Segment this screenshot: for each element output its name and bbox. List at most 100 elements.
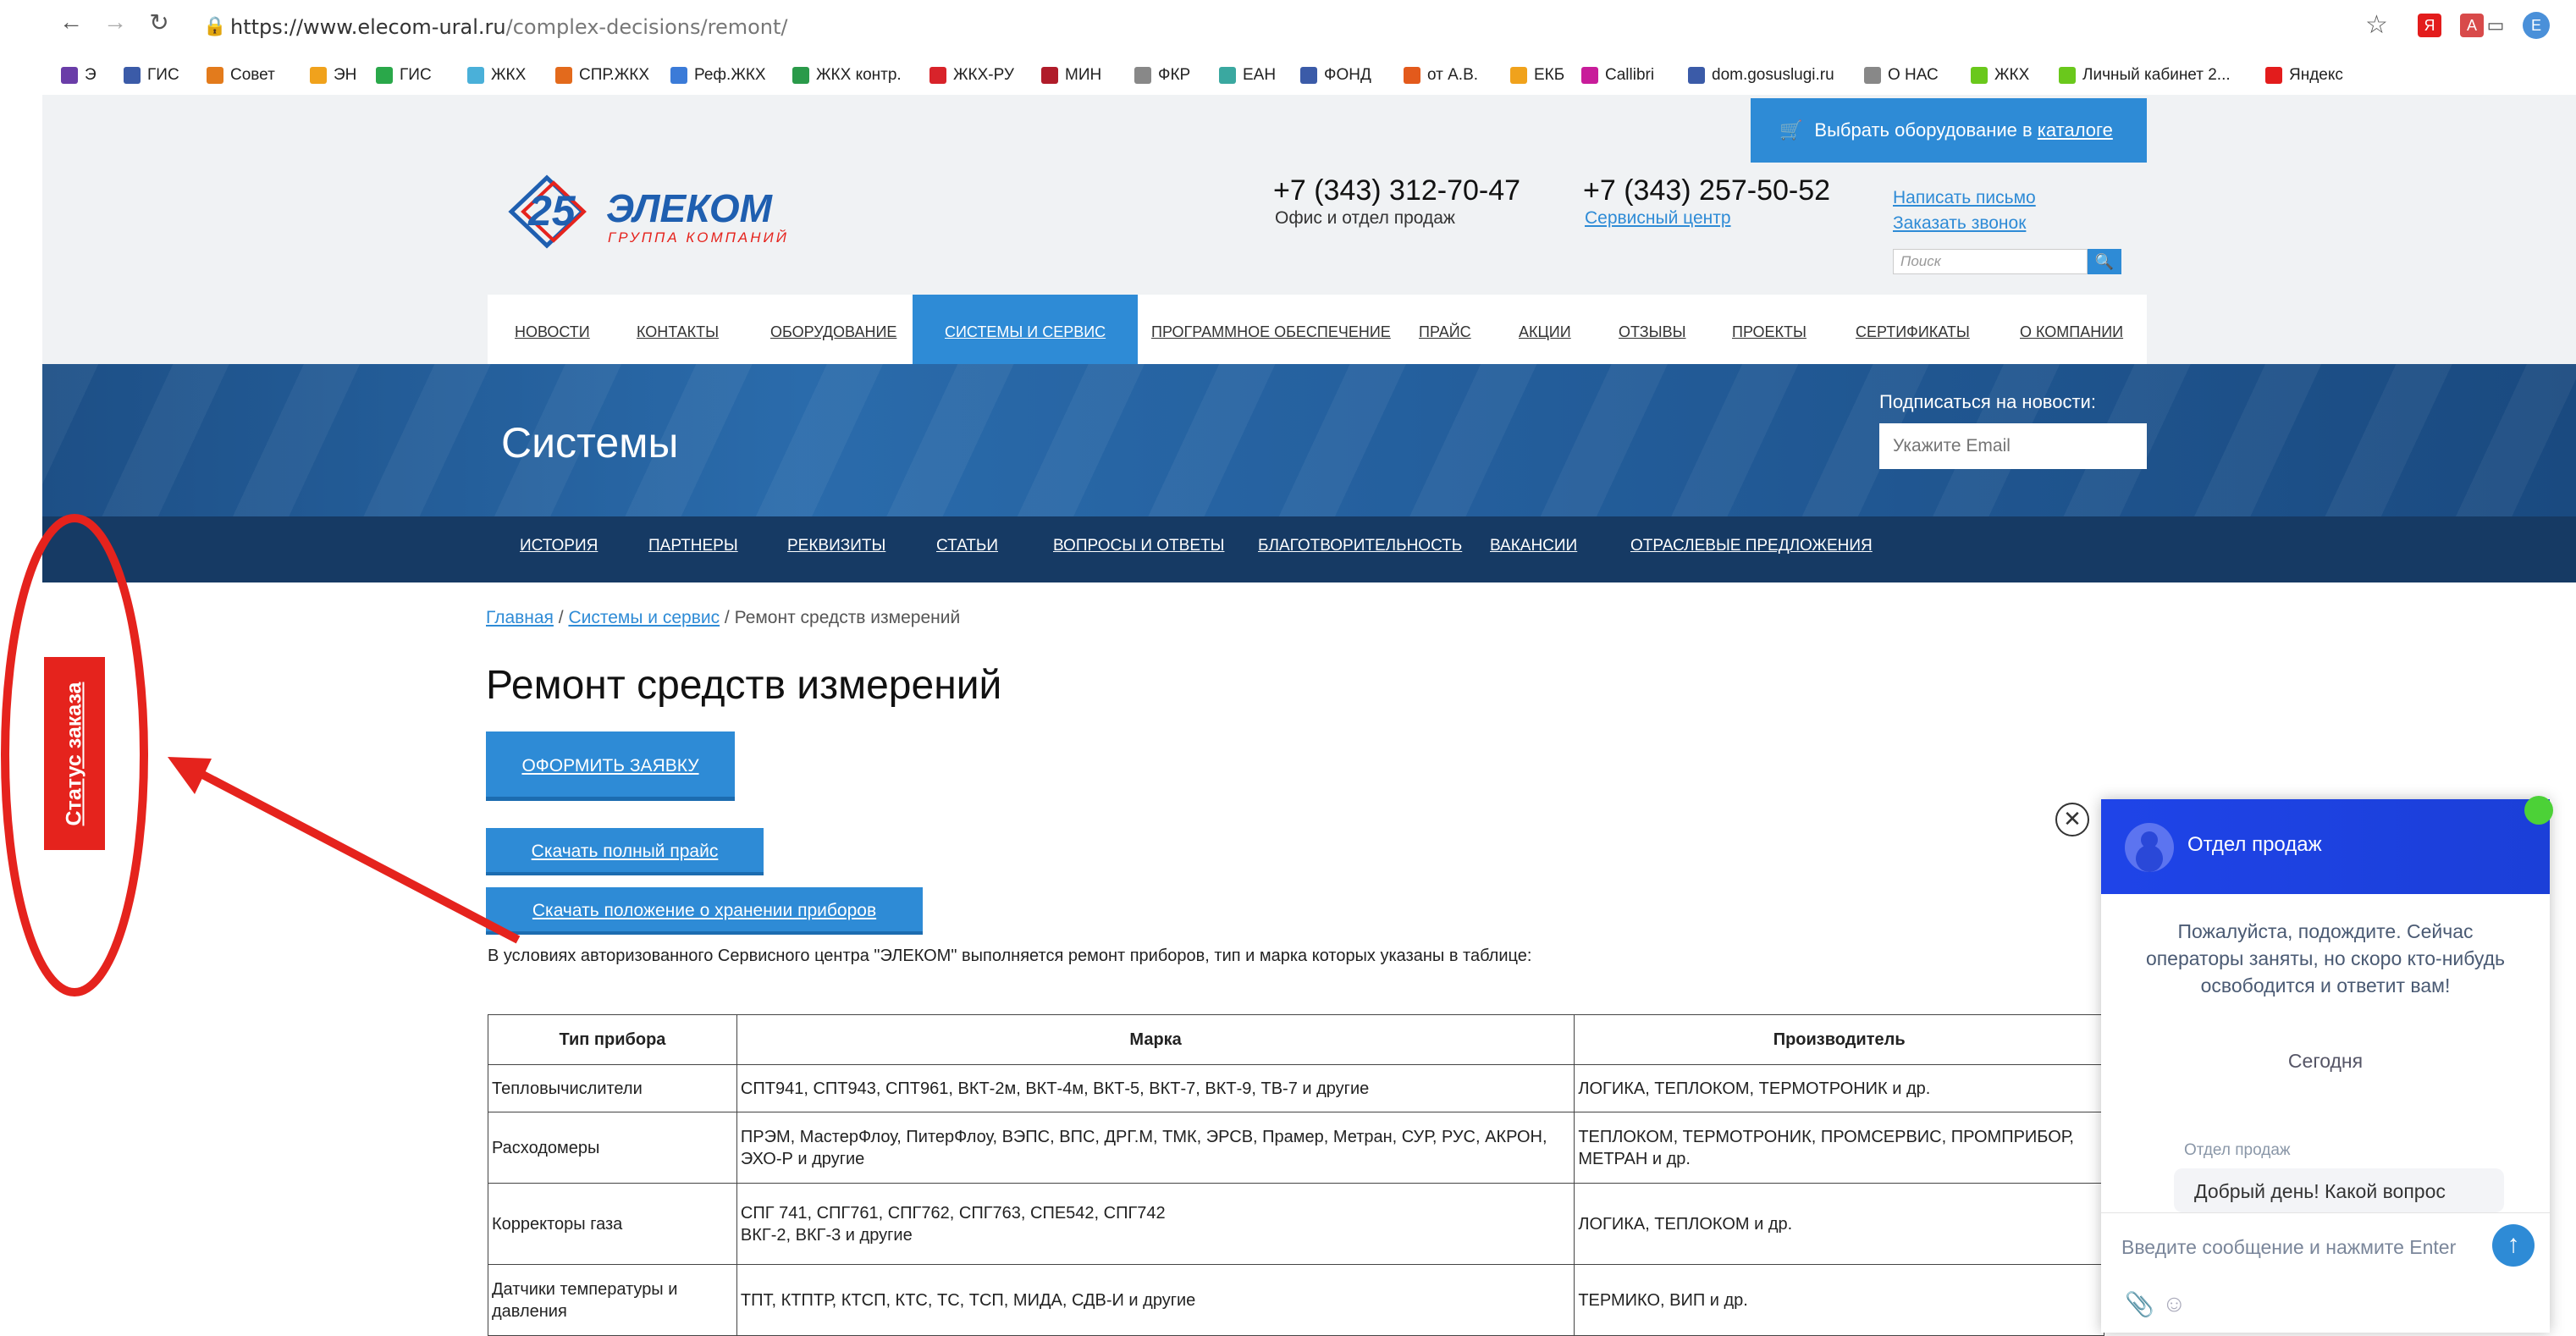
bookmark-label: СПР.ЖКХ xyxy=(579,66,650,84)
cart-icon: 🛒 xyxy=(1779,119,1803,141)
search-icon[interactable]: 🔍 xyxy=(2088,249,2121,274)
bookmark-label: Личный кабинет 2... xyxy=(2082,66,2231,84)
reload-icon[interactable]: ↻ xyxy=(142,8,176,36)
bookmark-item[interactable]: ЕАН xyxy=(1219,63,1276,88)
table-cell: ПРЭМ, МастерФлоу, ПитерФлоу, ВЭПС, ВПС, … xyxy=(736,1112,1575,1184)
bookmark-item[interactable]: СПР.ЖКХ xyxy=(555,63,649,88)
nav-contacts[interactable]: Контакты xyxy=(637,295,719,364)
chat-date-separator: Сегодня xyxy=(2287,1050,2364,1072)
bookmark-item[interactable]: ФОНД xyxy=(1300,63,1371,88)
subnav-faq[interactable]: Вопросы и ответы xyxy=(1053,537,1224,555)
chat-close-icon[interactable]: ✕ xyxy=(2055,803,2089,836)
subscribe-email-input[interactable] xyxy=(1879,423,2147,469)
bookmark-item[interactable]: dom.gosuslugi.ru xyxy=(1688,63,1834,88)
table-cell: СПТ941, СПТ943, СПТ961, ВКТ-2м, ВКТ-4м, … xyxy=(736,1064,1575,1112)
bookmark-item[interactable]: Личный кабинет 2... xyxy=(2059,63,2231,88)
bookmark-item[interactable]: Реф.ЖКХ xyxy=(670,63,766,88)
subnav-industry-offers[interactable]: Отраслевые предложения xyxy=(1630,537,1873,555)
subnav-history[interactable]: История xyxy=(520,537,598,555)
chat-header[interactable]: Отдел продаж xyxy=(2101,796,2553,894)
bookmark-item[interactable]: Яндекс xyxy=(2265,63,2343,88)
emoji-icon[interactable]: ☺ xyxy=(2162,1290,2187,1317)
order-status-tab[interactable]: Статус заказа xyxy=(44,657,105,850)
bookmark-item[interactable]: ЖКХ xyxy=(467,63,526,88)
chat-waiting-message: Пожалуйста, подождите. Сейчас операторы … xyxy=(2145,920,2506,996)
bookmark-item[interactable]: от А.В. xyxy=(1404,63,1478,88)
annotation-arrow-line xyxy=(192,766,521,944)
back-arrow-icon[interactable]: ← xyxy=(54,8,88,36)
bookmark-item[interactable]: Callibri xyxy=(1581,63,1654,88)
subnav-requisites[interactable]: Реквизиты xyxy=(787,537,885,555)
bookmark-item[interactable]: ЕКБ xyxy=(1510,63,1564,88)
bookmark-item[interactable]: О НАС xyxy=(1864,63,1939,88)
bookmark-label: Э xyxy=(85,66,97,84)
breadcrumb-section[interactable]: Системы и сервис xyxy=(568,608,720,627)
bookmark-label: ЕАН xyxy=(1243,66,1277,84)
search-input[interactable]: Поиск xyxy=(1893,249,2088,274)
nav-price[interactable]: Прайс xyxy=(1419,295,1471,364)
bookmark-label: от А.В. xyxy=(1427,66,1479,84)
attach-paperclip-icon[interactable]: 📎 xyxy=(2125,1290,2154,1318)
bookmark-item[interactable]: ЖКХ xyxy=(1971,63,2029,88)
bookmark-favicon-icon xyxy=(555,67,572,84)
order-call-link[interactable]: Заказать звонок xyxy=(1893,213,2026,234)
yandex-extension-icon[interactable]: Я xyxy=(2418,14,2441,37)
address-bar[interactable]: 🔒 https://www.elecom-ural.ru/complex-dec… xyxy=(196,5,2347,49)
bookmark-label: О НАС xyxy=(1888,66,1939,84)
bookmark-item[interactable]: ФКР xyxy=(1134,63,1190,88)
nav-news[interactable]: Новости xyxy=(515,295,590,364)
bookmark-label: Callibri xyxy=(1605,66,1655,84)
subnav-charity[interactable]: Благотворительность xyxy=(1258,537,1462,555)
section-banner xyxy=(42,364,2576,516)
download-price-button[interactable]: Скачать полный прайс xyxy=(486,828,764,875)
order-request-button[interactable]: ОФОРМИТЬ ЗАЯВКУ xyxy=(486,731,735,801)
nav-equipment[interactable]: Оборудование xyxy=(770,295,896,364)
chat-message-input[interactable]: Введите сообщение и нажмите Enter xyxy=(2121,1236,2456,1259)
bookmark-item[interactable]: ЖКХ-РУ xyxy=(929,63,1014,88)
bookmark-item[interactable]: ЭН xyxy=(310,63,356,88)
elecom-logo[interactable]: 25 ЭЛЕКОМ ГРУППА КОМПАНИЙ xyxy=(505,169,826,254)
bookmark-item[interactable]: ГИС xyxy=(124,63,179,88)
download-storage-button[interactable]: Скачать положение о хранении приборов xyxy=(486,887,923,935)
table-row: Датчики температуры и давления ТПТ, КТПТ… xyxy=(488,1264,2104,1336)
bookmark-label: ЖКХ контр. xyxy=(816,66,902,84)
breadcrumb-home[interactable]: Главная xyxy=(486,608,554,627)
bookmark-label: dom.gosuslugi.ru xyxy=(1712,66,1834,84)
write-letter-link[interactable]: Написать письмо xyxy=(1893,188,2036,208)
table-cell: СПГ 741, СПГ761, СПГ762, СПГ763, СПЕ542,… xyxy=(736,1183,1575,1265)
cast-icon[interactable]: ▭ xyxy=(2484,14,2507,37)
column-header-manufacturer: Производитель xyxy=(1574,1014,2104,1065)
nav-promotions[interactable]: Акции xyxy=(1519,295,1571,364)
nav-certificates[interactable]: Сертификаты xyxy=(1856,295,1970,364)
subnav-articles[interactable]: Статьи xyxy=(936,537,998,555)
catalog-button[interactable]: 🛒 Выбрать оборудование в каталоге xyxy=(1751,98,2147,163)
bookmark-item[interactable]: ЖКХ контр. xyxy=(792,63,902,88)
bookmark-favicon-icon xyxy=(1581,67,1598,84)
bookmark-item[interactable]: Э xyxy=(61,63,97,88)
bookmark-item[interactable]: МИН xyxy=(1041,63,1101,88)
nav-reviews[interactable]: Отзывы xyxy=(1619,295,1686,364)
nav-about[interactable]: О компании xyxy=(2020,295,2123,364)
bookmark-label: Яндекс xyxy=(2289,66,2343,84)
subnav-vacancies[interactable]: Вакансии xyxy=(1490,537,1577,555)
bookmark-label: ГИС xyxy=(147,66,179,84)
send-arrow-icon[interactable]: ↑ xyxy=(2492,1224,2535,1267)
page-title: Ремонт средств измерений xyxy=(486,663,1002,708)
nav-systems-service[interactable]: Системы и сервис xyxy=(913,295,1139,364)
pdf-extension-icon[interactable]: A xyxy=(2460,14,2484,37)
bookmark-star-icon[interactable]: ☆ xyxy=(2365,10,2388,40)
table-cell: Корректоры газа xyxy=(488,1183,737,1265)
sales-phone[interactable]: +7 (343) 312-70-47 xyxy=(1273,174,1520,207)
service-phone[interactable]: +7 (343) 257-50-52 xyxy=(1583,174,1830,207)
chat-widget: Отдел продаж Пожалуйста, подождите. Сейч… xyxy=(2101,796,2553,1333)
service-center-link[interactable]: Сервисный центр xyxy=(1585,208,1731,229)
subnav-partners[interactable]: Партнеры xyxy=(648,537,738,555)
bookmark-item[interactable]: Совет xyxy=(207,63,275,88)
bookmark-item[interactable]: ГИС xyxy=(376,63,432,88)
nav-software[interactable]: Программное обеспечение xyxy=(1151,295,1391,364)
profile-avatar[interactable]: E xyxy=(2523,12,2550,39)
nav-projects[interactable]: Проекты xyxy=(1732,295,1807,364)
bookmark-favicon-icon xyxy=(1134,67,1151,84)
annotation-arrow-head xyxy=(168,757,212,794)
forward-arrow-icon[interactable]: → xyxy=(98,8,132,36)
